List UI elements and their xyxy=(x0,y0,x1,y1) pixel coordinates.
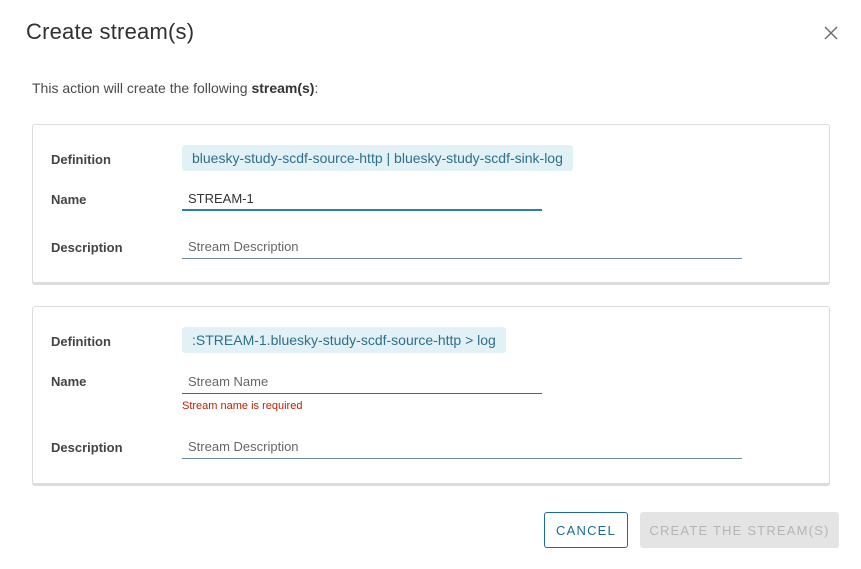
stream-description-input[interactable] xyxy=(182,235,742,259)
definition-chip: bluesky-study-scdf-source-http | bluesky… xyxy=(182,145,573,171)
definition-label: Definition xyxy=(51,334,111,349)
name-label: Name xyxy=(51,192,87,207)
intro-text: This action will create the following st… xyxy=(32,80,318,96)
definition-chip: :STREAM-1.bluesky-study-scdf-source-http… xyxy=(182,327,506,353)
create-streams-button[interactable]: CREATE THE STREAM(S) xyxy=(640,512,839,548)
stream-description-input[interactable] xyxy=(182,435,742,459)
definition-label: Definition xyxy=(51,152,111,167)
cancel-button[interactable]: CANCEL xyxy=(544,512,628,548)
name-label: Name xyxy=(51,374,87,389)
stream-name-input[interactable] xyxy=(182,187,542,211)
intro-suffix: : xyxy=(314,80,319,96)
close-icon xyxy=(824,26,838,40)
stream-name-input[interactable] xyxy=(182,370,542,394)
name-error-message: Stream name is required xyxy=(182,400,303,412)
stream-card-2: Definition :STREAM-1.bluesky-study-scdf-… xyxy=(32,306,830,486)
description-label: Description xyxy=(51,440,123,455)
intro-prefix: This action will create the following xyxy=(32,80,252,96)
stream-card-1: Definition bluesky-study-scdf-source-htt… xyxy=(32,124,830,285)
create-streams-dialog: Create stream(s) This action will create… xyxy=(0,0,861,569)
close-button[interactable] xyxy=(820,22,842,44)
intro-bold: stream(s) xyxy=(251,80,315,96)
description-label: Description xyxy=(51,240,123,255)
dialog-title: Create stream(s) xyxy=(26,19,195,44)
